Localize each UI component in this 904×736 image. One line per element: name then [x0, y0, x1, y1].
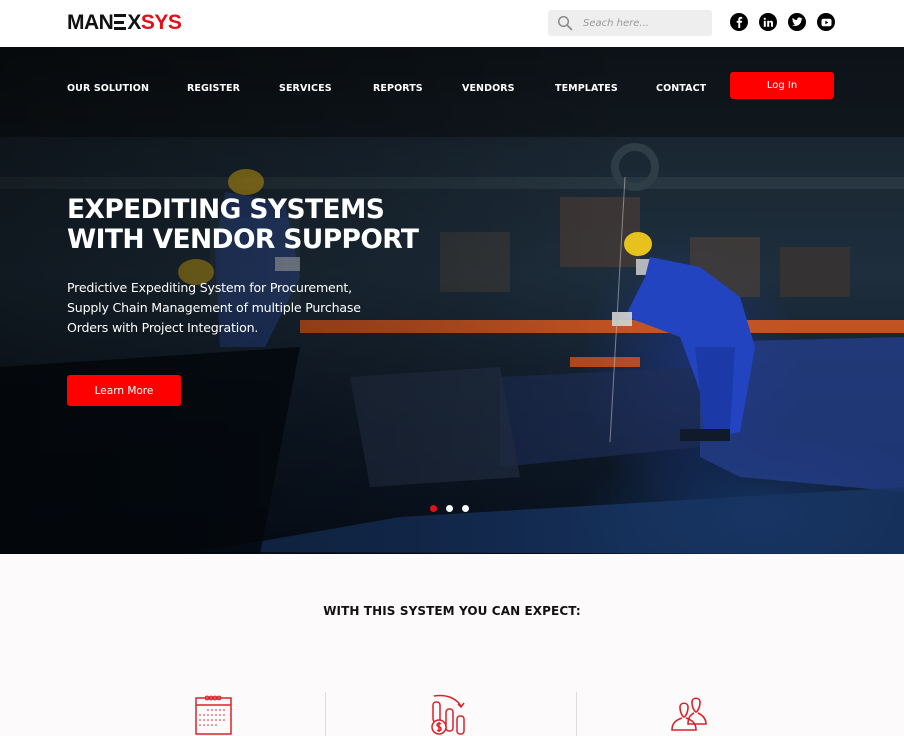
- logo-text-mid: X: [127, 11, 141, 34]
- search-box[interactable]: [548, 10, 712, 36]
- nav-vendors[interactable]: VENDORS: [462, 83, 515, 94]
- logo-text-left: MAN: [67, 11, 114, 34]
- hero-headline: EXPEDITING SYSTEMS WITH VENDOR SUPPORT: [67, 194, 419, 255]
- top-bar: MAN XSYS: [0, 0, 904, 47]
- search-input[interactable]: [583, 13, 703, 33]
- hero-subtext: Predictive Expediting System for Procure…: [67, 280, 361, 335]
- carousel-dot-3[interactable]: [462, 505, 469, 512]
- linkedin-icon[interactable]: [759, 13, 777, 31]
- nav-services[interactable]: SERVICES: [279, 83, 332, 94]
- logo[interactable]: MAN XSYS: [67, 11, 182, 34]
- carousel-dot-2[interactable]: [446, 505, 453, 512]
- carousel-dot-1[interactable]: [430, 505, 437, 512]
- cost-reduction-icon: [431, 694, 465, 735]
- logo-e-glyph: [114, 14, 127, 30]
- hero-carousel: OUR SOLUTION REGISTER SERVICES REPORTS V…: [0, 47, 904, 554]
- features-title: WITH THIS SYSTEM YOU CAN EXPECT:: [323, 604, 581, 618]
- nav-contact[interactable]: CONTACT: [656, 83, 706, 94]
- hero-headline-line1: EXPEDITING SYSTEMS: [67, 194, 385, 225]
- twitter-icon[interactable]: [788, 13, 806, 31]
- learn-more-button[interactable]: Learn More: [67, 375, 181, 406]
- calendar-icon: [195, 695, 232, 735]
- nav-our-solution[interactable]: OUR SOLUTION: [67, 83, 149, 94]
- nav-register[interactable]: REGISTER: [187, 83, 240, 94]
- search-icon[interactable]: [557, 15, 573, 31]
- nav-templates[interactable]: TEMPLATES: [555, 83, 618, 94]
- login-button[interactable]: Log In: [730, 72, 834, 99]
- youtube-icon[interactable]: [817, 13, 835, 31]
- facebook-icon[interactable]: [730, 13, 748, 31]
- users-icon: [671, 697, 707, 731]
- carousel-dots: [430, 505, 469, 513]
- nav-reports[interactable]: REPORTS: [373, 83, 423, 94]
- hero-headline-line2: WITH VENDOR SUPPORT: [67, 224, 419, 255]
- feature-divider: [325, 692, 326, 736]
- logo-text-right: SYS: [140, 11, 182, 34]
- feature-divider: [576, 692, 577, 736]
